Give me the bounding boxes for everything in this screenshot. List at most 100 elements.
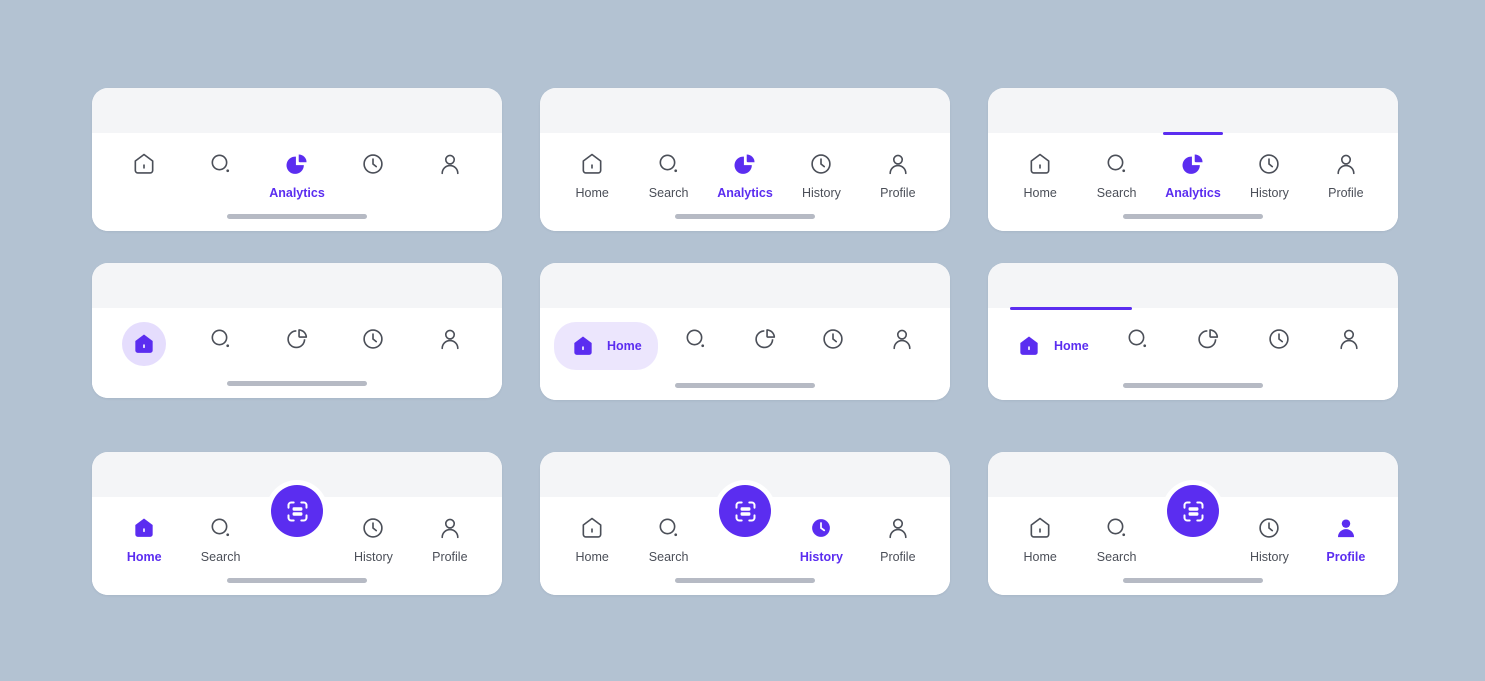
- home-indicator-area: [92, 201, 502, 231]
- nav-item-home[interactable]: Home: [554, 147, 630, 201]
- nav-item-scan[interactable]: [707, 485, 783, 537]
- nav-item-analytics[interactable]: Analytics: [1155, 147, 1231, 201]
- navbar-card-nav-fab-history-active: Home Search History Profile: [540, 452, 950, 595]
- home-indicator-area: [988, 565, 1398, 595]
- home-icon: [1023, 147, 1057, 181]
- card-top-strip: [540, 263, 950, 308]
- home-icon: [566, 329, 600, 363]
- nav-item-profile[interactable]: [1314, 322, 1384, 356]
- search-icon: [1100, 511, 1134, 545]
- person-icon: [433, 147, 467, 181]
- clock-icon: [804, 511, 838, 545]
- search-icon: [204, 147, 238, 181]
- home-indicator-area: [540, 370, 950, 400]
- nav-item-analytics[interactable]: [730, 322, 799, 356]
- nav-item-home[interactable]: [106, 322, 182, 368]
- nav-item-label: Search: [648, 186, 689, 200]
- nav-item-search[interactable]: Search: [630, 147, 706, 201]
- nav-item-home[interactable]: Home: [554, 322, 658, 370]
- nav-item-home[interactable]: Home: [554, 511, 630, 565]
- nav-item-profile[interactable]: [412, 322, 488, 358]
- person-icon: [881, 147, 915, 181]
- nav-item-history[interactable]: History: [1231, 511, 1307, 565]
- nav-item-search[interactable]: [1103, 322, 1173, 356]
- nav-item-label: History: [1249, 550, 1289, 564]
- nav-item-history[interactable]: [335, 147, 411, 181]
- nav-item-history[interactable]: History: [335, 511, 411, 565]
- home-indicator-bar[interactable]: [1123, 382, 1263, 388]
- home-icon: [127, 511, 161, 545]
- nav-item-profile[interactable]: Profile: [860, 147, 936, 201]
- nav-item-history[interactable]: History: [783, 147, 859, 201]
- nav-item-analytics[interactable]: Analytics: [707, 147, 783, 201]
- nav-item-profile[interactable]: Profile: [412, 511, 488, 565]
- nav-item-search[interactable]: Search: [182, 511, 258, 565]
- search-icon: [1121, 322, 1155, 356]
- bottom-navigation-bar: Home Search History Profile: [92, 485, 502, 595]
- bottom-navigation-bar: [92, 308, 502, 398]
- nav-item-home[interactable]: Home: [1002, 147, 1078, 201]
- nav-item-profile[interactable]: [412, 147, 488, 181]
- home-indicator-bar[interactable]: [227, 577, 367, 583]
- nav-item-history[interactable]: History: [783, 511, 859, 565]
- person-icon: [881, 511, 915, 545]
- nav-item-label: Search: [200, 550, 241, 564]
- nav-item-history[interactable]: [335, 322, 411, 358]
- bottom-navigation-bar: Home Search History Profile: [988, 485, 1398, 595]
- nav-item-label: History: [799, 550, 843, 564]
- home-indicator-bar[interactable]: [675, 213, 815, 219]
- nav-item-scan[interactable]: [259, 485, 335, 537]
- clock-icon: [356, 322, 390, 356]
- nav-item-home[interactable]: Home: [106, 511, 182, 565]
- nav-item-search[interactable]: [182, 322, 258, 358]
- nav-item-analytics[interactable]: Analytics: [259, 147, 335, 201]
- nav-item-label: Profile: [1326, 550, 1366, 564]
- home-indicator-area: [540, 565, 950, 595]
- home-indicator-bar[interactable]: [227, 213, 367, 219]
- nav-item-profile[interactable]: Profile: [1308, 147, 1384, 201]
- home-indicator-bar[interactable]: [1123, 213, 1263, 219]
- bottom-navigation-bar: Analytics: [92, 133, 502, 231]
- home-indicator-bar[interactable]: [675, 577, 815, 583]
- nav-item-search[interactable]: [182, 147, 258, 181]
- nav-item-search[interactable]: Search: [630, 511, 706, 565]
- nav-item-home[interactable]: Home: [1002, 511, 1078, 565]
- nav-item-home[interactable]: Home: [1002, 322, 1099, 370]
- nav-items: [92, 322, 502, 368]
- nav-item-label: Home: [126, 550, 162, 564]
- nav-item-history[interactable]: History: [1231, 147, 1307, 201]
- search-icon: [652, 147, 686, 181]
- clock-icon: [1262, 322, 1296, 356]
- scan-icon: [1180, 498, 1207, 525]
- home-indicator-bar[interactable]: [1123, 577, 1263, 583]
- nav-item-analytics[interactable]: [1173, 322, 1243, 356]
- floating-action-button[interactable]: [1167, 485, 1220, 537]
- nav-item-search[interactable]: Search: [1078, 511, 1154, 565]
- navbar-card-nav-fab-profile-active: Home Search History Profile: [988, 452, 1398, 595]
- home-indicator-bar[interactable]: [227, 380, 367, 386]
- nav-item-profile[interactable]: Profile: [1308, 511, 1384, 565]
- bottom-navigation-bar: Home Search Analytics History Profile: [988, 132, 1398, 231]
- floating-action-button[interactable]: [719, 485, 772, 537]
- nav-item-search[interactable]: [662, 322, 731, 356]
- nav-item-search[interactable]: Search: [1078, 147, 1154, 201]
- card-top-strip: [988, 263, 1398, 308]
- nav-items: Home: [988, 322, 1398, 370]
- floating-action-button[interactable]: [271, 485, 324, 537]
- navbar-card-nav-icons-all-labels: Home Search Analytics History Profile: [540, 88, 950, 231]
- nav-item-analytics[interactable]: [259, 322, 335, 358]
- home-indicator-bar[interactable]: [675, 382, 815, 388]
- nav-item-profile[interactable]: [867, 322, 936, 356]
- nav-item-home[interactable]: [106, 147, 182, 181]
- nav-item-scan[interactable]: [1155, 485, 1231, 537]
- pie-chart-icon: [1176, 147, 1210, 181]
- clock-icon: [1252, 511, 1286, 545]
- nav-item-profile[interactable]: Profile: [860, 511, 936, 565]
- active-tab-top-indicator: [1163, 132, 1223, 135]
- home-icon: [122, 322, 167, 366]
- active-tab-top-indicator: [1010, 307, 1132, 310]
- home-indicator-area: [92, 368, 502, 398]
- nav-item-history[interactable]: [799, 322, 868, 356]
- bottom-navigation-bar: Home: [540, 308, 950, 400]
- nav-item-history[interactable]: [1243, 322, 1313, 356]
